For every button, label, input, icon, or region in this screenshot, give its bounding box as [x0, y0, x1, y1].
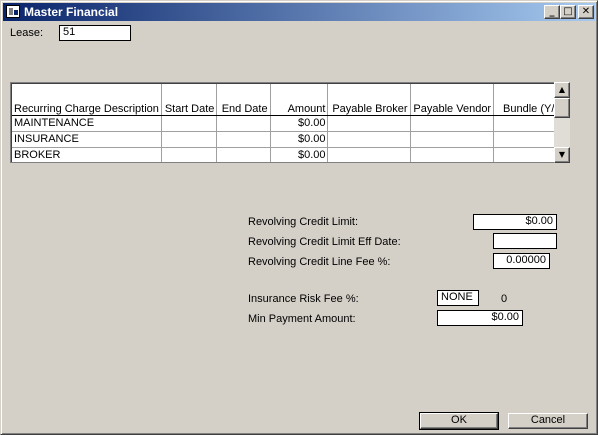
cell-amount[interactable]: $0.00	[270, 115, 329, 132]
insurance-risk-fee-label: Insurance Risk Fee %:	[248, 293, 359, 305]
cell-start-date[interactable]	[161, 115, 218, 132]
recurring-charges-grid[interactable]: Recurring Charge Description Start Date …	[10, 82, 570, 163]
cell-description[interactable]: BROKER	[12, 147, 162, 162]
col-header-payable-broker[interactable]: Payable Broker	[327, 84, 411, 116]
cell-description[interactable]: INSURANCE	[12, 131, 162, 148]
insurance-risk-fee-field[interactable]: NONE	[437, 290, 479, 306]
table-row[interactable]: INSURANCE $0.00	[12, 131, 569, 148]
cell-payable-broker[interactable]	[327, 131, 411, 148]
maximize-icon: □	[563, 6, 573, 17]
cell-amount[interactable]: $0.00	[270, 147, 329, 162]
close-button[interactable]: ✕	[578, 5, 594, 19]
grid-header-row: Recurring Charge Description Start Date …	[12, 84, 569, 116]
col-header-description[interactable]: Recurring Charge Description	[12, 84, 162, 116]
credit-line-fee-field[interactable]: 0.00000	[493, 253, 550, 269]
cell-payable-broker[interactable]	[327, 147, 411, 162]
cell-start-date[interactable]	[161, 131, 218, 148]
scroll-up-button[interactable]: ▲	[554, 82, 570, 98]
table-row[interactable]: MAINTENANCE $0.00	[12, 115, 569, 132]
ok-button[interactable]: OK	[419, 412, 499, 430]
credit-limit-eff-date-label: Revolving Credit Limit Eff Date:	[248, 236, 401, 248]
app-icon	[6, 5, 20, 18]
cell-payable-broker[interactable]	[327, 115, 411, 132]
col-header-end-date[interactable]: End Date	[216, 84, 271, 116]
recurring-charges-table: Recurring Charge Description Start Date …	[12, 84, 569, 162]
scroll-thumb[interactable]	[554, 98, 570, 118]
close-icon: ✕	[581, 6, 591, 17]
lease-field[interactable]: 51	[59, 25, 131, 41]
credit-limit-eff-date-field[interactable]	[493, 233, 557, 249]
minimize-button[interactable]: _	[544, 5, 560, 19]
lease-label: Lease:	[10, 27, 44, 39]
cell-payable-vendor[interactable]	[410, 147, 495, 162]
cell-end-date[interactable]	[216, 131, 271, 148]
credit-limit-label: Revolving Credit Limit:	[248, 216, 359, 228]
credit-line-fee-label: Revolving Credit Line Fee %:	[248, 256, 391, 268]
col-header-amount[interactable]: Amount	[270, 84, 329, 116]
table-row[interactable]: BROKER $0.00	[12, 147, 569, 162]
maximize-button[interactable]: □	[560, 5, 576, 19]
cell-end-date[interactable]	[216, 115, 271, 132]
scroll-down-button[interactable]: ▼	[554, 147, 570, 163]
cancel-button[interactable]: Cancel	[508, 413, 588, 429]
insurance-risk-fee-amount: 0	[501, 293, 508, 305]
min-payment-label: Min Payment Amount:	[248, 313, 356, 325]
minimize-icon: _	[549, 6, 555, 17]
cell-end-date[interactable]	[216, 147, 271, 162]
col-header-start-date[interactable]: Start Date	[161, 84, 218, 116]
title-bar[interactable]: Master Financial _ □ ✕	[3, 3, 595, 21]
cell-amount[interactable]: $0.00	[270, 131, 329, 148]
master-financial-window: Master Financial _ □ ✕ Lease: 51 Recurri…	[0, 0, 598, 435]
grid-vertical-scrollbar[interactable]: ▲ ▼	[554, 82, 570, 163]
credit-limit-field[interactable]: $0.00	[473, 214, 557, 230]
window-title: Master Financial	[24, 5, 119, 19]
scroll-up-arrow-icon: ▲	[558, 85, 566, 94]
cell-description[interactable]: MAINTENANCE	[12, 115, 162, 132]
cell-payable-vendor[interactable]	[410, 131, 495, 148]
cell-payable-vendor[interactable]	[410, 115, 495, 132]
col-header-payable-vendor[interactable]: Payable Vendor	[410, 84, 495, 116]
scroll-down-arrow-icon: ▼	[558, 150, 566, 159]
min-payment-field[interactable]: $0.00	[437, 310, 523, 326]
cell-start-date[interactable]	[161, 147, 218, 162]
